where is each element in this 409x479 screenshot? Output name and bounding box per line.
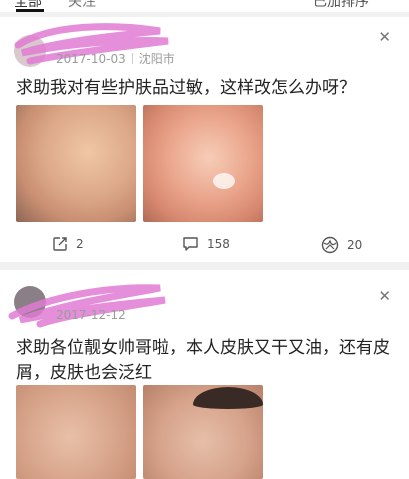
meta-divider xyxy=(131,53,133,64)
post-photo[interactable] xyxy=(16,385,136,479)
tab-following[interactable]: 关注 xyxy=(68,0,96,11)
post-title[interactable]: 求助我对有些护肤品过敏，这样改怎么办呀？ xyxy=(16,76,396,101)
post-city: 沈阳市 xyxy=(138,52,175,66)
post-photo[interactable] xyxy=(16,105,136,222)
post-title[interactable]: 求助各位靓女帅哥啦，本人皮肤又干又油，还有皮屑，皮肤也会泛红 xyxy=(16,336,396,386)
top-tab-bar: 全部 关注 已加排序 xyxy=(0,0,409,12)
post-card[interactable]: 2017-10-03 沈阳市 ✕ 求助我对有些护肤品过敏，这样改怎么办呀？ 2 1… xyxy=(0,17,409,262)
post-date: 2017-12-12 xyxy=(56,308,126,322)
post-photo[interactable] xyxy=(143,385,263,479)
share-icon xyxy=(53,237,67,251)
photo-highlight xyxy=(213,173,235,189)
post-meta: 2017-10-03 沈阳市 xyxy=(56,50,175,67)
like-count: 20 xyxy=(347,238,363,252)
like-button[interactable]: 20 xyxy=(321,236,362,254)
share-button[interactable]: 2 xyxy=(52,236,84,252)
post-card[interactable]: 2017-12-12 ✕ 求助各位靓女帅哥啦，本人皮肤又干又油，还有皮屑，皮肤也… xyxy=(0,270,409,479)
like-icon xyxy=(321,236,339,254)
avatar[interactable] xyxy=(14,35,46,67)
photo-eye-region xyxy=(193,387,263,409)
active-tab-indicator xyxy=(16,9,44,12)
post-photo[interactable] xyxy=(143,105,263,222)
post-meta: 2017-12-12 xyxy=(56,308,126,322)
comment-icon xyxy=(183,237,198,251)
comment-count: 158 xyxy=(207,237,230,251)
close-icon[interactable]: ✕ xyxy=(378,287,391,305)
post-actions: 2 158 20 xyxy=(0,236,409,254)
tab-sort[interactable]: 已加排序 xyxy=(313,0,369,11)
avatar[interactable] xyxy=(14,286,46,318)
comment-button[interactable]: 158 xyxy=(182,236,230,252)
post-date: 2017-10-03 xyxy=(56,52,126,66)
share-count: 2 xyxy=(76,237,84,251)
close-icon[interactable]: ✕ xyxy=(378,28,391,46)
